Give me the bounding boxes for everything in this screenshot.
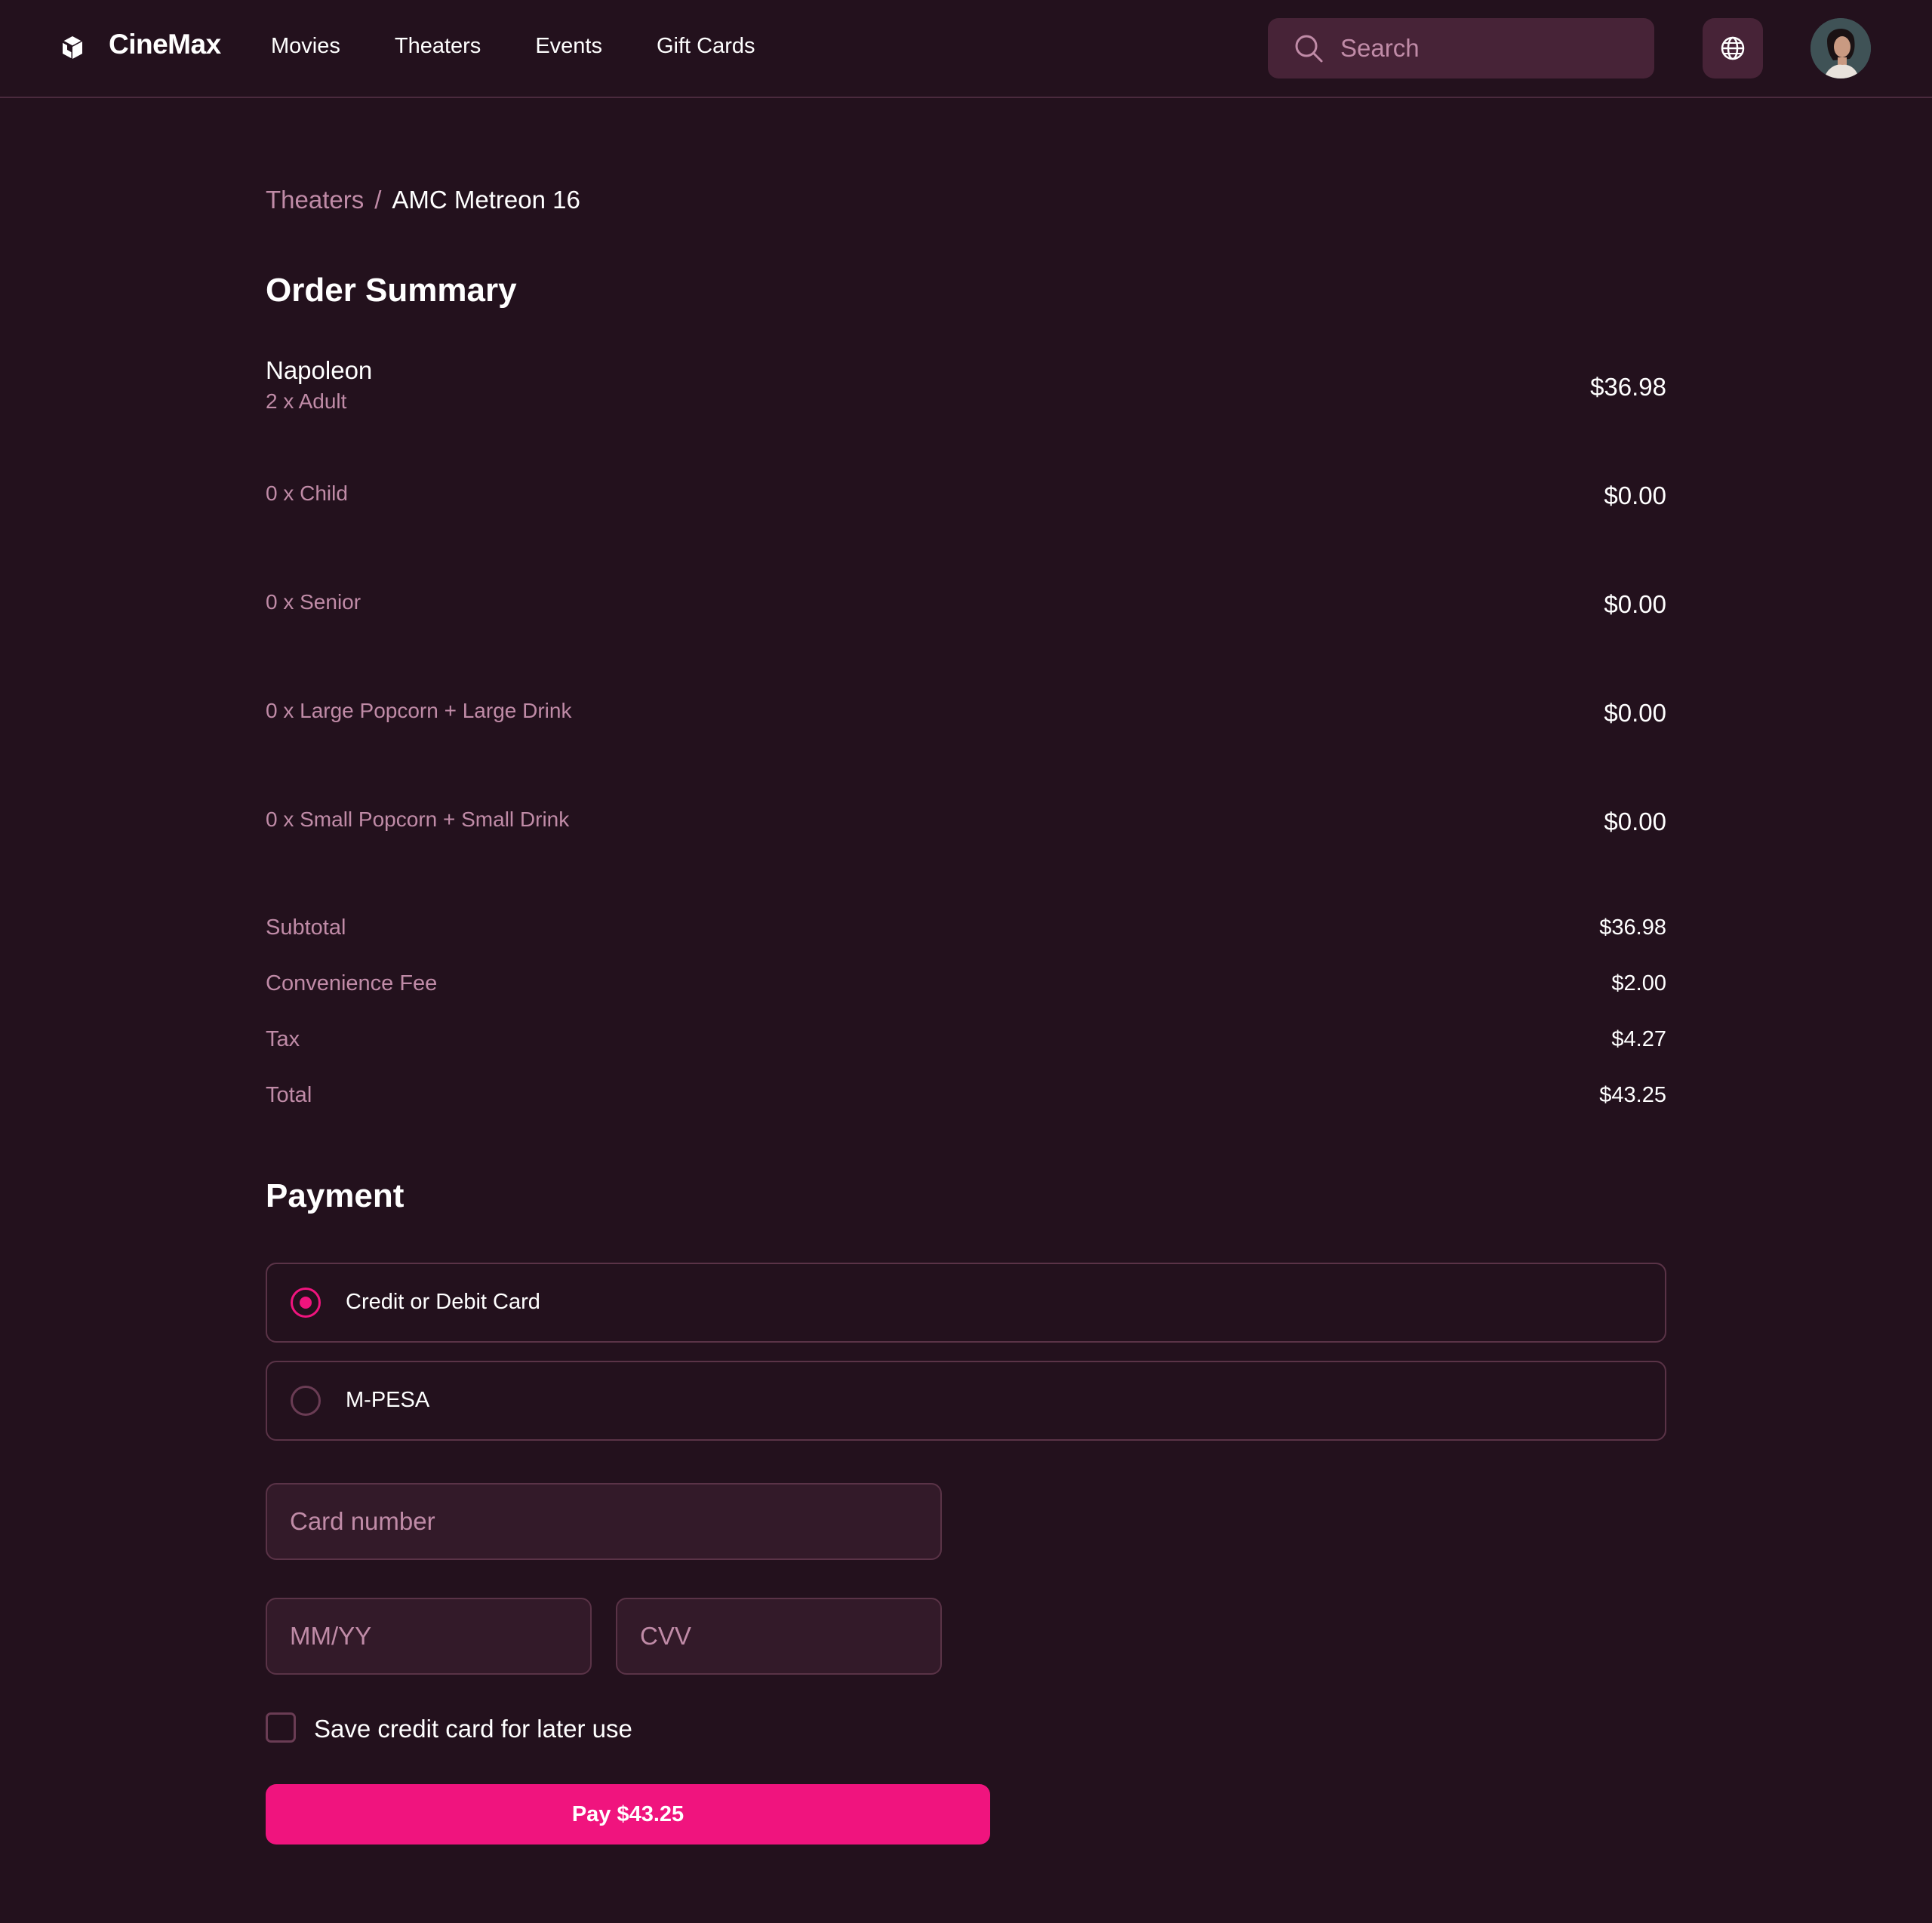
card-number-input[interactable] (266, 1483, 942, 1560)
item-description: 0 x Child (266, 482, 348, 505)
subtotal-row: Subtotal $36.98 (266, 915, 1666, 946)
item-description: 2 x Adult (266, 389, 347, 413)
item-description: 0 x Small Popcorn + Small Drink (266, 808, 570, 831)
card-radio[interactable] (291, 1288, 321, 1318)
cvv-input[interactable] (616, 1598, 942, 1675)
order-item-senior: 0 x Senior $0.00 (266, 590, 1666, 622)
breadcrumb-separator: / (374, 186, 382, 214)
convenience-fee-label: Convenience Fee (266, 971, 438, 995)
item-price: $0.00 (1604, 482, 1666, 509)
subtotal-label: Subtotal (266, 915, 346, 940)
pay-button[interactable]: Pay $43.25 (266, 1784, 990, 1845)
language-button[interactable] (1703, 18, 1763, 78)
payment-option-label: Credit or Debit Card (346, 1290, 540, 1314)
convenience-fee-value: $2.00 (1611, 971, 1666, 995)
breadcrumb-current: AMC Metreon 16 (392, 186, 580, 214)
payment-option-label: M-PESA (346, 1388, 430, 1412)
nav-movies[interactable]: Movies (271, 34, 340, 59)
total-label: Total (266, 1083, 312, 1107)
search-icon (1295, 35, 1323, 63)
total-value: $43.25 (1599, 1083, 1666, 1107)
tax-row: Tax $4.27 (266, 1027, 1666, 1057)
subtotal-value: $36.98 (1599, 915, 1666, 940)
item-price: $36.98 (1590, 373, 1666, 401)
nav-theaters[interactable]: Theaters (395, 34, 481, 59)
cube-logo-icon[interactable] (60, 35, 85, 60)
main-nav: Movies Theaters Events Gift Cards (271, 34, 810, 59)
globe-icon (1721, 36, 1745, 60)
movie-title: Napoleon (266, 356, 373, 384)
order-summary-title: Order Summary (266, 272, 517, 309)
payment-title: Payment (266, 1177, 405, 1214)
search-input[interactable] (1340, 18, 1642, 78)
breadcrumb: Theaters / AMC Metreon 16 (266, 186, 580, 214)
convenience-fee-row: Convenience Fee $2.00 (266, 971, 1666, 1001)
item-description: 0 x Senior (266, 590, 361, 614)
search-box[interactable] (1268, 18, 1654, 78)
save-card-label[interactable]: Save credit card for later use (314, 1715, 632, 1743)
item-price: $0.00 (1604, 808, 1666, 835)
save-card-checkbox[interactable] (266, 1712, 296, 1743)
item-price: $0.00 (1604, 590, 1666, 618)
order-item-adult: Napoleon 2 x Adult $36.98 (266, 356, 1666, 417)
order-item-child: 0 x Child $0.00 (266, 482, 1666, 513)
nav-events[interactable]: Events (535, 34, 602, 59)
mpesa-radio[interactable] (291, 1386, 321, 1416)
nav-gift-cards[interactable]: Gift Cards (657, 34, 755, 59)
payment-option-card[interactable]: Credit or Debit Card (266, 1263, 1666, 1343)
app-logo-text[interactable]: CineMax (109, 29, 221, 60)
total-row: Total $43.25 (266, 1083, 1666, 1113)
checkout-page: CineMax Movies Theaters Events Gift Card… (0, 0, 1932, 1923)
expiry-input[interactable] (266, 1598, 592, 1675)
item-description: 0 x Large Popcorn + Large Drink (266, 699, 572, 722)
order-item-large-combo: 0 x Large Popcorn + Large Drink $0.00 (266, 699, 1666, 731)
tax-value: $4.27 (1611, 1027, 1666, 1051)
item-price: $0.00 (1604, 699, 1666, 727)
tax-label: Tax (266, 1027, 300, 1051)
order-item-small-combo: 0 x Small Popcorn + Small Drink $0.00 (266, 808, 1666, 839)
breadcrumb-theaters-link[interactable]: Theaters (266, 186, 364, 214)
top-header: CineMax Movies Theaters Events Gift Card… (0, 0, 1932, 98)
user-avatar[interactable] (1810, 18, 1871, 78)
payment-option-mpesa[interactable]: M-PESA (266, 1361, 1666, 1441)
avatar-portrait-icon (1810, 18, 1871, 78)
